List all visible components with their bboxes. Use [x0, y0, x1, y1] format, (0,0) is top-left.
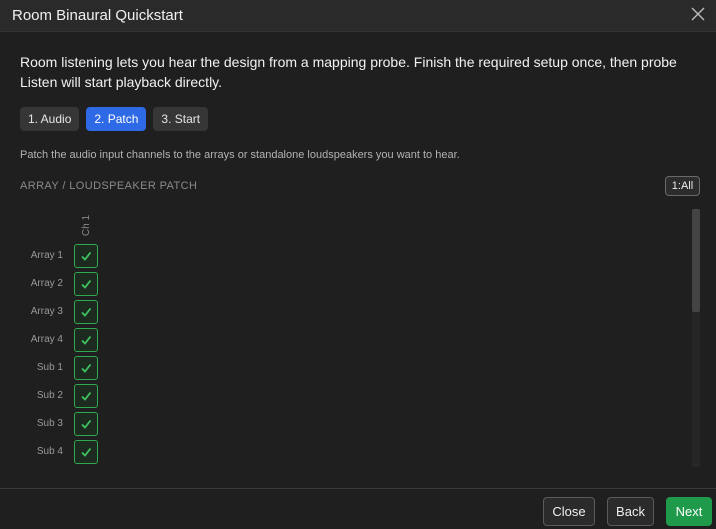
- patch-checkbox[interactable]: [74, 272, 98, 296]
- patch-row: Array 3: [0, 300, 100, 324]
- back-button[interactable]: Back: [607, 497, 654, 526]
- patch-row: Sub 2: [0, 384, 100, 408]
- checkmark-icon: [81, 307, 92, 317]
- patch-checkbox[interactable]: [74, 328, 98, 352]
- patch-row: Sub 4: [0, 440, 100, 464]
- close-icon[interactable]: [690, 6, 706, 22]
- step-tab-audio[interactable]: 1. Audio: [20, 107, 80, 131]
- patch-row: Array 4: [0, 328, 100, 352]
- row-label: Array 2: [30, 278, 63, 289]
- checkmark-icon: [81, 447, 92, 457]
- row-label: Array 3: [30, 306, 63, 317]
- step-tab-start[interactable]: 3. Start: [153, 107, 209, 131]
- checkmark-icon: [81, 251, 92, 261]
- patch-checkbox[interactable]: [74, 440, 98, 464]
- row-label: Array 4: [30, 334, 63, 345]
- title-bar: Room Binaural Quickstart: [0, 0, 716, 32]
- step-tabs: 1. Audio 2. Patch 3. Start: [20, 107, 209, 131]
- row-label: Sub 2: [36, 390, 63, 401]
- column-header-ch1: Ch 1: [80, 213, 94, 237]
- patch-row: Array 2: [0, 272, 100, 296]
- section-label: ARRAY / LOUDSPEAKER PATCH: [20, 180, 198, 192]
- patch-row: Sub 1: [0, 356, 100, 380]
- patch-checkbox[interactable]: [74, 412, 98, 436]
- next-button[interactable]: Next: [666, 497, 712, 526]
- checkmark-icon: [81, 279, 92, 289]
- column-header-label: Ch 1: [81, 214, 93, 236]
- patch-row: Sub 3: [0, 412, 100, 436]
- patch-checkbox[interactable]: [74, 356, 98, 380]
- row-label: Sub 3: [36, 418, 63, 429]
- scrollbar-thumb[interactable]: [692, 209, 700, 312]
- footer-divider: [0, 488, 716, 489]
- close-button[interactable]: Close: [543, 497, 595, 526]
- checkmark-icon: [81, 419, 92, 429]
- row-label: Sub 1: [36, 362, 63, 373]
- window-title: Room Binaural Quickstart: [12, 7, 183, 24]
- row-label: Array 1: [30, 250, 63, 261]
- patch-checkbox[interactable]: [74, 244, 98, 268]
- patch-checkbox[interactable]: [74, 384, 98, 408]
- step-tab-patch[interactable]: 2. Patch: [86, 107, 147, 131]
- checkmark-icon: [81, 335, 92, 345]
- patch-hint: Patch the audio input channels to the ar…: [20, 149, 460, 161]
- intro-text: Room listening lets you hear the design …: [20, 54, 677, 90]
- row-label: Sub 4: [36, 446, 63, 457]
- checkmark-icon: [81, 363, 92, 373]
- patch-row: Array 1: [0, 244, 100, 268]
- checkmark-icon: [81, 391, 92, 401]
- patch-all-button[interactable]: 1:All: [665, 176, 700, 196]
- patch-checkbox[interactable]: [74, 300, 98, 324]
